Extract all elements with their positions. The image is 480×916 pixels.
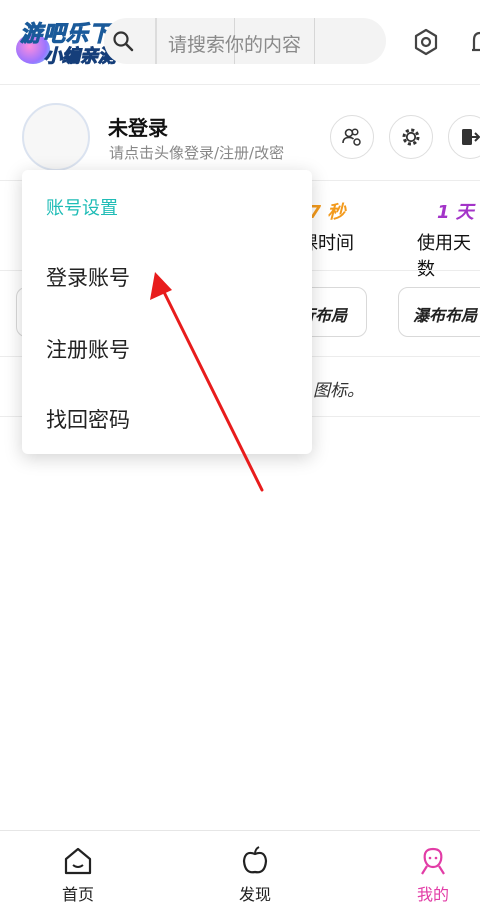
gear-icon — [402, 128, 420, 146]
avatar[interactable] — [22, 103, 90, 171]
logout-button[interactable] — [448, 115, 480, 159]
apple-icon — [242, 846, 268, 874]
logout-icon — [462, 129, 480, 145]
menu-item-register[interactable]: 注册账号 — [46, 334, 130, 364]
bottom-nav: 首页 发现 我的 — [0, 830, 480, 916]
menu-item-recover-password[interactable]: 找回密码 — [46, 404, 130, 434]
login-hint: 请点击头像登录/注册/改密 — [109, 144, 285, 162]
nav-label: 发现 — [238, 885, 271, 904]
search-placeholder: 请搜索你的内容 — [168, 34, 302, 56]
users-settings-button[interactable] — [330, 115, 374, 159]
profile-icon — [421, 847, 445, 875]
home-icon — [64, 847, 92, 875]
nav-discover[interactable]: 发现 — [215, 831, 295, 911]
notification-bell-icon[interactable] — [468, 28, 480, 56]
nav-mine[interactable]: 我的 — [393, 831, 473, 911]
search-divider — [314, 18, 315, 64]
nav-label: 首页 — [61, 885, 94, 904]
settings-button[interactable] — [389, 115, 433, 159]
usage-days-label: 使用天数 — [417, 233, 471, 280]
usage-days-value: 1 天 — [437, 202, 474, 223]
username: 未登录 — [108, 116, 168, 140]
settings-hexagon-icon[interactable] — [412, 28, 440, 56]
account-settings-dropdown: 账号设置 登录账号 注册账号 找回密码 — [22, 170, 312, 454]
dropdown-header: 账号设置 — [46, 198, 118, 219]
search-divider — [155, 18, 157, 64]
users-gear-icon — [342, 128, 361, 146]
nav-home[interactable]: 首页 — [38, 831, 118, 911]
menu-item-login[interactable]: 登录账号 — [46, 262, 130, 292]
search-icon[interactable] — [112, 30, 134, 52]
nav-label: 我的 — [416, 885, 449, 904]
layout-chip-waterfall[interactable]: 瀑布布局 — [398, 287, 480, 337]
